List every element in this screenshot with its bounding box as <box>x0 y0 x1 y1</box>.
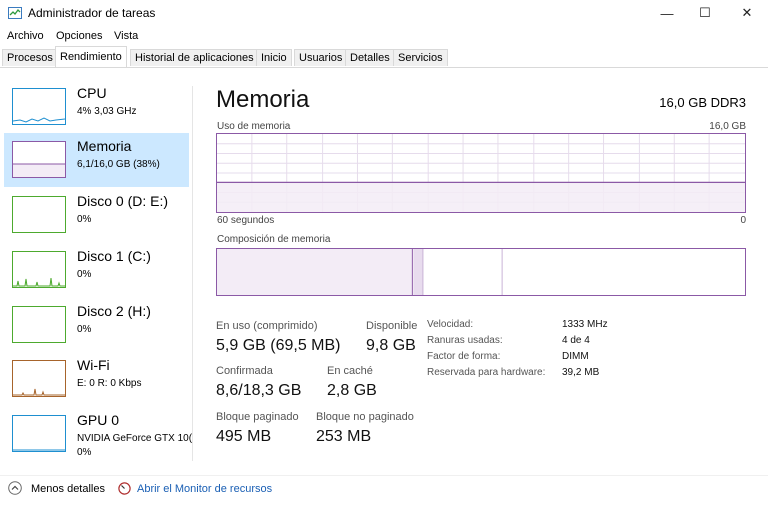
minimize-button[interactable]: — <box>650 2 684 24</box>
tab-historial[interactable]: Historial de aplicaciones <box>130 49 259 66</box>
resource-name: GPU 0 <box>77 412 120 428</box>
disk-thumbnail-graph <box>12 196 66 233</box>
tab-usuarios[interactable]: Usuarios <box>294 49 348 66</box>
usage-graph-max: 16,0 GB <box>709 121 746 132</box>
menu-opciones[interactable]: Opciones <box>56 30 102 42</box>
memory-usage-fill <box>217 182 745 212</box>
memory-usage-graph <box>216 133 746 213</box>
task-manager-icon <box>8 7 22 19</box>
panel-divider[interactable] <box>192 86 193 461</box>
close-button[interactable]: ✕ <box>730 2 764 24</box>
page-title: Memoria <box>216 86 310 113</box>
menu-bar: Archivo Opciones Vista <box>0 28 768 46</box>
resource-detail: 0% <box>77 214 92 225</box>
resource-detail: E: 0 R: 0 Kbps <box>77 378 142 389</box>
paged-pool-label: Bloque paginado <box>216 411 299 423</box>
resource-detail: 0% <box>77 269 92 280</box>
disk-thumbnail-graph <box>12 306 66 343</box>
form-factor-value: DIMM <box>562 351 589 362</box>
slots-value: 4 de 4 <box>562 335 590 346</box>
resource-name: Disco 1 (C:) <box>77 248 151 264</box>
in-use-value: 5,9 GB (69,5 MB) <box>216 337 341 354</box>
resource-name: Memoria <box>77 138 132 154</box>
time-axis-start: 60 segundos <box>217 215 275 226</box>
cached-label: En caché <box>327 365 373 377</box>
tab-procesos[interactable]: Procesos <box>2 49 58 66</box>
chevron-up-icon[interactable] <box>8 481 22 495</box>
cpu-thumbnail-graph <box>12 88 66 125</box>
slots-label: Ranuras usadas: <box>427 335 503 346</box>
usage-graph-label: Uso de memoria <box>217 121 291 132</box>
committed-value: 8,6/18,3 GB <box>216 382 302 399</box>
resource-name: Disco 0 (D: E:) <box>77 193 169 209</box>
time-axis-end: 0 <box>740 215 746 226</box>
memory-thumbnail-graph <box>12 141 66 178</box>
tab-detalles[interactable]: Detalles <box>345 49 395 66</box>
maximize-button[interactable]: ☐ <box>688 2 722 24</box>
available-label: Disponible <box>366 320 418 332</box>
resource-disco-2[interactable]: Disco 2 (H:) 0% <box>4 298 189 352</box>
cached-value: 2,8 GB <box>327 382 377 399</box>
tab-strip: Procesos Rendimiento Historial de aplica… <box>0 46 768 68</box>
disk-thumbnail-graph <box>12 251 66 288</box>
resource-monitor-icon[interactable] <box>118 482 131 495</box>
menu-vista[interactable]: Vista <box>114 30 138 42</box>
tab-rendimiento[interactable]: Rendimiento <box>55 46 127 67</box>
tab-inicio[interactable]: Inicio <box>256 49 292 66</box>
resource-name: Disco 2 (H:) <box>77 303 151 319</box>
resource-disco-1[interactable]: Disco 1 (C:) 0% <box>4 243 189 297</box>
resource-disco-0[interactable]: Disco 0 (D: E:) 0% <box>4 188 189 242</box>
resource-list: CPU 4% 3,03 GHz Memoria 6,1/16,0 GB (38%… <box>0 68 192 463</box>
speed-value: 1333 MHz <box>562 319 608 330</box>
resource-detail: 6,1/16,0 GB (38%) <box>77 159 160 170</box>
fewer-details-button[interactable]: Menos detalles <box>31 483 105 495</box>
nonpaged-pool-label: Bloque no paginado <box>316 411 414 423</box>
speed-label: Velocidad: <box>427 319 474 330</box>
resource-detail: 4% 3,03 GHz <box>77 106 137 117</box>
resource-detail: NVIDIA GeForce GTX 10( <box>77 433 193 444</box>
resource-detail: 0% <box>77 324 92 335</box>
resource-detail-2: 0% <box>77 447 92 458</box>
footer <box>0 475 768 506</box>
available-value: 9,8 GB <box>366 337 416 354</box>
window-title: Administrador de tareas <box>28 6 156 20</box>
resource-wifi[interactable]: Wi-Fi E: 0 R: 0 Kbps <box>4 352 189 406</box>
wifi-thumbnail-graph <box>12 360 66 397</box>
menu-archivo[interactable]: Archivo <box>7 30 44 42</box>
form-factor-label: Factor de forma: <box>427 351 501 362</box>
committed-label: Confirmada <box>216 365 273 377</box>
in-use-label: En uso (comprimido) <box>216 320 318 332</box>
resource-gpu-0[interactable]: GPU 0 NVIDIA GeForce GTX 10( 0% <box>4 407 193 461</box>
memory-spec: 16,0 GB DDR3 <box>659 95 746 110</box>
hardware-reserved-value: 39,2 MB <box>562 367 600 378</box>
hardware-reserved-label: Reservada para hardware: <box>427 367 546 378</box>
tab-servicios[interactable]: Servicios <box>393 49 448 66</box>
open-resource-monitor-link[interactable]: Abrir el Monitor de recursos <box>137 483 272 495</box>
memory-composition-bar[interactable] <box>216 248 746 296</box>
composition-label: Composición de memoria <box>217 234 331 245</box>
resource-name: Wi-Fi <box>77 357 110 373</box>
resource-cpu[interactable]: CPU 4% 3,03 GHz <box>4 80 189 134</box>
gpu-thumbnail-graph <box>12 415 66 452</box>
composition-in-use[interactable] <box>217 249 413 295</box>
resource-name: CPU <box>77 85 107 101</box>
paged-pool-value: 495 MB <box>216 428 272 445</box>
nonpaged-pool-value: 253 MB <box>316 428 372 445</box>
composition-modified[interactable] <box>413 249 423 295</box>
resource-memoria[interactable]: Memoria 6,1/16,0 GB (38%) <box>4 133 189 187</box>
